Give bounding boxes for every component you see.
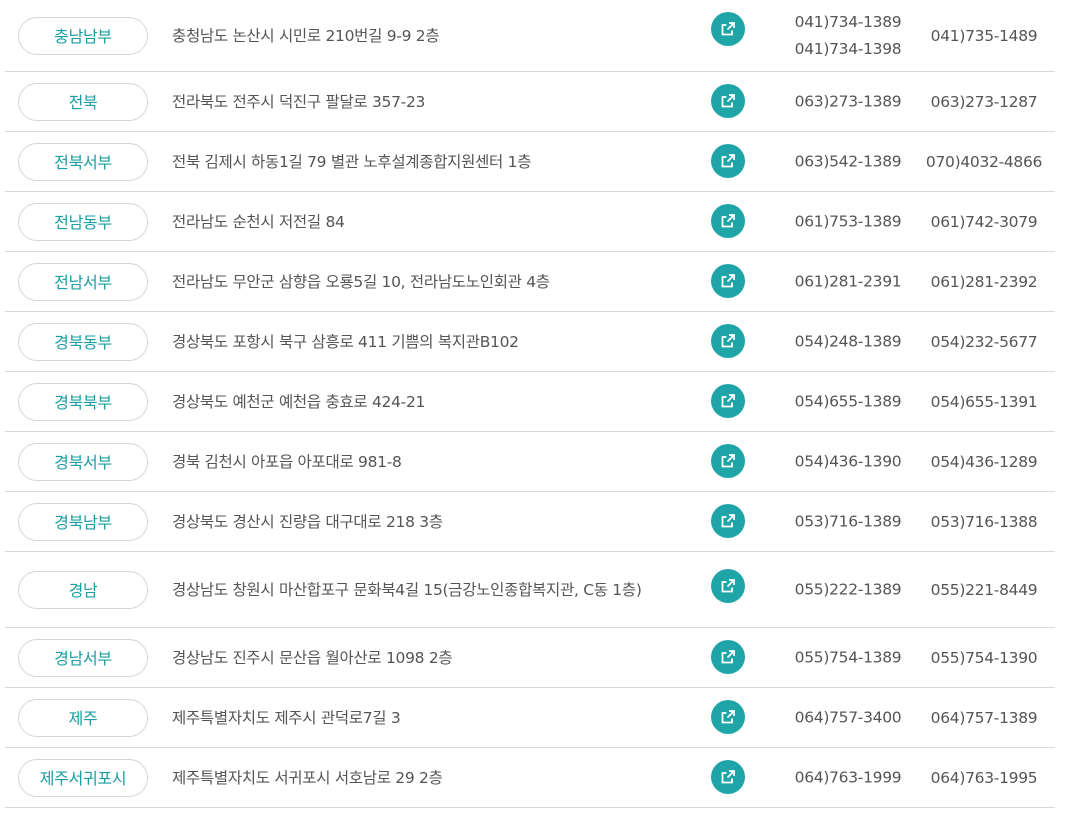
phone-number: 054)248-1389 xyxy=(794,332,902,350)
external-link-icon[interactable] xyxy=(711,700,745,734)
phone-number: 053)716-1389 xyxy=(794,512,902,530)
region-button[interactable]: 경북서부 xyxy=(18,442,148,481)
external-link-icon[interactable] xyxy=(711,384,745,418)
table-row: 전남동부 전라남도 순천시 저전길 84 061)753-1389 061)74… xyxy=(5,192,1055,252)
phone-number: 061)281-2391 xyxy=(794,272,902,290)
phone-number: 064)757-3400 xyxy=(794,708,902,726)
external-link-icon[interactable] xyxy=(711,204,745,238)
fax-number: 070)4032-4866 xyxy=(925,152,1043,171)
fax-number: 041)735-1489 xyxy=(930,26,1038,45)
address-text: 충청남도 논산시 시민로 210번길 9-9 2층 xyxy=(172,26,440,45)
table-row: 경북서부 경북 김천시 아포읍 아포대로 981-8 054)436-1390 … xyxy=(5,432,1055,492)
external-link-icon[interactable] xyxy=(711,760,745,794)
phone-cell: 053)716-1389 xyxy=(786,508,910,535)
phone-number: 064)763-1999 xyxy=(794,768,902,786)
external-link-icon[interactable] xyxy=(711,12,745,46)
table-row: 경북동부 경상북도 포항시 북구 삼흥로 411 기쁨의 복지관B102 054… xyxy=(5,312,1055,372)
external-link-icon[interactable] xyxy=(711,84,745,118)
fax-number: 064)763-1995 xyxy=(930,768,1038,787)
external-link-icon[interactable] xyxy=(711,264,745,298)
phone-cell: 041)734-1389 041)734-1398 xyxy=(786,9,910,63)
address-text: 전북 김제시 하동1길 79 별관 노후설계종합지원센터 1층 xyxy=(172,152,532,171)
phone-cell: 061)753-1389 xyxy=(786,208,910,235)
phone-cell: 055)754-1389 xyxy=(786,644,910,671)
address-text: 전라남도 순천시 저전길 84 xyxy=(172,212,345,231)
region-button[interactable]: 전북서부 xyxy=(18,142,148,181)
address-text: 경상남도 창원시 마산합포구 문화북4길 15(금강노인종합복지관, C동 1층… xyxy=(172,580,642,599)
fax-number: 054)232-5677 xyxy=(930,332,1038,351)
table-row: 전북서부 전북 김제시 하동1길 79 별관 노후설계종합지원센터 1층 063… xyxy=(5,132,1055,192)
external-link-icon[interactable] xyxy=(711,324,745,358)
region-button[interactable]: 경북동부 xyxy=(18,322,148,361)
external-link-icon[interactable] xyxy=(711,640,745,674)
region-button[interactable]: 경북남부 xyxy=(18,502,148,541)
phone-number: 055)754-1389 xyxy=(794,648,902,666)
fax-number: 055)221-8449 xyxy=(930,580,1038,599)
table-row: 제주서귀포시 제주특별자치도 서귀포시 서호남로 29 2층 064)763-1… xyxy=(5,748,1055,808)
table-row: 제주 제주특별자치도 제주시 관덕로7길 3 064)757-3400 064)… xyxy=(5,688,1055,748)
region-button[interactable]: 전북 xyxy=(18,82,148,121)
phone-cell: 063)542-1389 xyxy=(786,148,910,175)
fax-number: 063)273-1287 xyxy=(930,92,1038,111)
fax-number: 064)757-1389 xyxy=(930,708,1038,727)
phone-cell: 063)273-1389 xyxy=(786,88,910,115)
phone-number: 063)273-1389 xyxy=(794,92,902,110)
phone-cell: 054)248-1389 xyxy=(786,328,910,355)
table-row: 경남서부 경상남도 진주시 문산읍 월아산로 1098 2층 055)754-1… xyxy=(5,628,1055,688)
center-list: 충남남부 충청남도 논산시 시민로 210번길 9-9 2층 041)734-1… xyxy=(5,0,1055,808)
address-text: 전라남도 무안군 삼향읍 오룡5길 10, 전라남도노인회관 4층 xyxy=(172,272,550,291)
fax-number: 054)655-1391 xyxy=(930,392,1038,411)
phone-number: 063)542-1389 xyxy=(794,152,902,170)
phone-number: 041)734-1398 xyxy=(794,39,902,58)
table-row: 전북 전라북도 전주시 덕진구 팔달로 357-23 063)273-1389 … xyxy=(5,72,1055,132)
external-link-icon[interactable] xyxy=(711,504,745,538)
region-button[interactable]: 전남서부 xyxy=(18,262,148,301)
phone-cell: 054)436-1390 xyxy=(786,448,910,475)
fax-number: 061)281-2392 xyxy=(930,272,1038,291)
address-text: 경상북도 경산시 진량읍 대구대로 218 3층 xyxy=(172,512,443,531)
table-row: 전남서부 전라남도 무안군 삼향읍 오룡5길 10, 전라남도노인회관 4층 0… xyxy=(5,252,1055,312)
address-text: 전라북도 전주시 덕진구 팔달로 357-23 xyxy=(172,92,426,111)
region-button[interactable]: 경북북부 xyxy=(18,382,148,421)
table-row: 경북남부 경상북도 경산시 진량읍 대구대로 218 3층 053)716-13… xyxy=(5,492,1055,552)
phone-cell: 064)757-3400 xyxy=(786,704,910,731)
phone-number: 041)734-1389 xyxy=(794,12,902,31)
region-button[interactable]: 경남 xyxy=(18,570,148,609)
table-row: 경남 경상남도 창원시 마산합포구 문화북4길 15(금강노인종합복지관, C동… xyxy=(5,552,1055,628)
fax-number: 054)436-1289 xyxy=(930,452,1038,471)
region-button[interactable]: 제주 xyxy=(18,698,148,737)
external-link-icon[interactable] xyxy=(711,444,745,478)
region-button[interactable]: 전남동부 xyxy=(18,202,148,241)
table-row: 충남남부 충청남도 논산시 시민로 210번길 9-9 2층 041)734-1… xyxy=(5,0,1055,72)
fax-number: 053)716-1388 xyxy=(930,512,1038,531)
address-text: 제주특별자치도 제주시 관덕로7길 3 xyxy=(172,708,401,727)
phone-number: 061)753-1389 xyxy=(794,212,902,230)
address-text: 경북 김천시 아포읍 아포대로 981-8 xyxy=(172,452,402,471)
address-text: 경상북도 포항시 북구 삼흥로 411 기쁨의 복지관B102 xyxy=(172,332,519,351)
phone-cell: 055)222-1389 xyxy=(786,576,910,603)
address-text: 경상북도 예천군 예천읍 충효로 424-21 xyxy=(172,392,426,411)
phone-number: 055)222-1389 xyxy=(794,580,902,598)
phone-cell: 054)655-1389 xyxy=(786,388,910,415)
region-button[interactable]: 경남서부 xyxy=(18,638,148,677)
phone-number: 054)436-1390 xyxy=(794,452,902,470)
external-link-icon[interactable] xyxy=(711,144,745,178)
table-row: 경북북부 경상북도 예천군 예천읍 충효로 424-21 054)655-138… xyxy=(5,372,1055,432)
phone-cell: 064)763-1999 xyxy=(786,764,910,791)
address-text: 제주특별자치도 서귀포시 서호남로 29 2층 xyxy=(172,768,443,787)
phone-number: 054)655-1389 xyxy=(794,392,902,410)
fax-number: 055)754-1390 xyxy=(930,648,1038,667)
external-link-icon[interactable] xyxy=(711,569,745,603)
address-text: 경상남도 진주시 문산읍 월아산로 1098 2층 xyxy=(172,648,453,667)
region-button[interactable]: 제주서귀포시 xyxy=(18,758,148,797)
fax-number: 061)742-3079 xyxy=(930,212,1038,231)
region-button[interactable]: 충남남부 xyxy=(18,16,148,55)
phone-cell: 061)281-2391 xyxy=(786,268,910,295)
